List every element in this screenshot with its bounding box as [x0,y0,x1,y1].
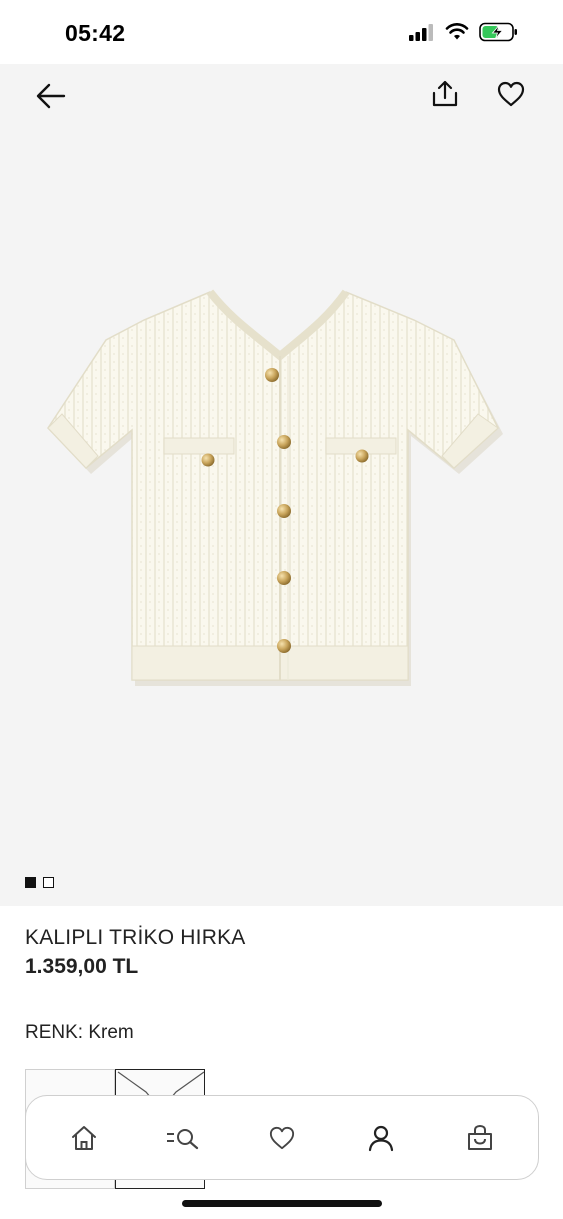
product-price: 1.359,00 TL [25,955,139,978]
heart-icon [497,81,525,107]
cellular-signal-icon [409,23,435,46]
pager-dot[interactable] [43,877,54,888]
back-arrow-icon [36,83,66,109]
image-pager[interactable] [25,877,54,888]
battery-charging-icon [479,22,519,47]
search-icon [166,1128,198,1149]
home-icon [71,1125,96,1150]
tab-search[interactable] [153,1108,213,1168]
tab-shopping-bag[interactable] [450,1108,510,1168]
status-bar: 05:42 [0,0,563,66]
pager-dot-active[interactable] [25,877,36,888]
color-label: RENK: Krem [25,1022,134,1043]
heart-icon [269,1126,295,1149]
favorite-button[interactable] [496,80,528,112]
shopping-bag-icon [468,1124,493,1150]
tab-home[interactable] [54,1108,114,1168]
back-button[interactable] [34,80,68,112]
tab-favorites[interactable] [252,1108,312,1168]
cardigan-icon [47,289,503,686]
bottom-tab-bar [25,1095,539,1180]
wifi-icon [445,23,469,46]
home-indicator[interactable] [182,1200,382,1207]
product-title: KALIPLI TRİKO HIRKA [25,926,246,949]
status-icons [409,22,519,47]
account-icon [369,1125,394,1151]
status-time: 05:42 [65,20,126,46]
share-button[interactable] [430,79,462,111]
share-icon [432,80,458,107]
tab-account[interactable] [351,1108,411,1168]
